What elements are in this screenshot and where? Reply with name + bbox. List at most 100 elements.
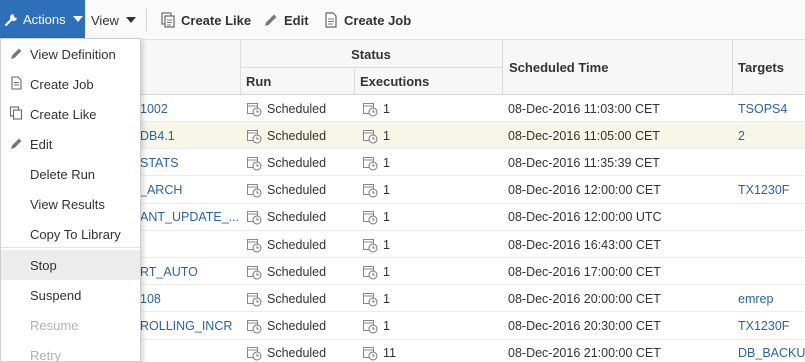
- menu-item-view-definition[interactable]: View Definition: [1, 39, 140, 69]
- target-link[interactable]: TX1230F: [738, 313, 805, 340]
- scheduled-time-cell: 08-Dec-2016 20:30:00 CET: [508, 319, 661, 334]
- target-link[interactable]: DB_BACKU: [738, 340, 805, 362]
- column-divider: [354, 67, 355, 95]
- scheduled-clock-icon: [363, 265, 378, 280]
- menu-item-label: Stop: [30, 257, 57, 273]
- menu-item-label: View Definition: [30, 46, 116, 62]
- run-status-cell: Scheduled: [246, 313, 354, 340]
- menu-item-create-job[interactable]: Create Job: [1, 69, 140, 99]
- create-like-button[interactable]: Create Like: [160, 0, 251, 40]
- scheduled-clock-icon: [363, 347, 378, 361]
- document-icon: [11, 76, 22, 90]
- run-status-cell: Scheduled: [246, 340, 354, 362]
- job-name-link[interactable]: [140, 231, 240, 258]
- menu-item-label: Edit: [30, 136, 53, 152]
- target-link[interactable]: TSOPS4: [738, 95, 805, 122]
- pencil-icon: [11, 48, 22, 59]
- menu-item-label: Resume: [30, 317, 79, 333]
- scheduled-clock-icon: [363, 184, 378, 198]
- header-divider: [240, 67, 502, 68]
- target-link[interactable]: emrep: [738, 285, 805, 312]
- scheduled-clock-icon: [247, 184, 262, 198]
- job-name-link[interactable]: ANT_UPDATE_...: [140, 204, 240, 231]
- toolbar-divider: [146, 9, 147, 31]
- run-status-cell: Scheduled: [246, 231, 354, 258]
- menu-item-suspend[interactable]: Suspend: [1, 280, 140, 310]
- target-link[interactable]: 2: [738, 122, 805, 149]
- target-link[interactable]: [738, 231, 805, 258]
- target-link[interactable]: [738, 149, 805, 176]
- menu-item-copy-to-library[interactable]: Copy To Library: [1, 219, 140, 249]
- menu-separator: [1, 247, 140, 248]
- create-job-button[interactable]: Create Job: [323, 0, 411, 40]
- executions-cell: 1: [362, 285, 500, 312]
- run-status-text: Scheduled: [267, 346, 327, 361]
- scheduled-time-cell: 08-Dec-2016 11:03:00 CET: [508, 101, 660, 116]
- menu-item-label: View Results: [30, 196, 105, 212]
- menu-item-delete-run[interactable]: Delete Run: [1, 159, 140, 189]
- run-status-text: Scheduled: [267, 264, 327, 279]
- scheduled-clock-icon: [363, 102, 378, 116]
- job-name-link[interactable]: ROLLING_INCR: [140, 313, 240, 340]
- scheduled-clock-icon: [247, 292, 262, 307]
- menu-item-label: Copy To Library: [30, 226, 121, 242]
- menu-item-label: Suspend: [30, 287, 82, 303]
- scheduled-clock-icon: [363, 129, 378, 144]
- menu-item-stop[interactable]: Stop: [1, 250, 140, 280]
- run-status-cell: Scheduled: [246, 149, 354, 176]
- run-status-cell: Scheduled: [246, 258, 354, 285]
- executions-count: 1: [383, 183, 390, 198]
- column-header-scheduled-time[interactable]: Scheduled Time: [509, 60, 608, 75]
- column-divider: [732, 40, 733, 95]
- menu-item-label: Retry: [30, 347, 62, 362]
- scheduled-time-cell: 08-Dec-2016 11:35:39 CET: [508, 155, 660, 170]
- document-icon: [325, 12, 337, 28]
- column-divider: [240, 40, 241, 95]
- executions-count: 1: [383, 101, 390, 116]
- target-link[interactable]: TX1230F: [738, 177, 805, 204]
- copy-icon: [9, 106, 23, 120]
- edit-label: Edit: [284, 12, 309, 28]
- job-name-link[interactable]: STATS: [140, 149, 240, 176]
- pencil-icon: [265, 14, 277, 26]
- run-status-text: Scheduled: [267, 210, 327, 225]
- menu-item-create-like[interactable]: Create Like: [1, 99, 140, 129]
- column-header-targets[interactable]: Targets: [738, 60, 784, 75]
- scheduled-clock-icon: [363, 292, 378, 307]
- run-status-text: Scheduled: [267, 183, 327, 198]
- executions-count: 1: [383, 210, 390, 225]
- wrench-icon: [4, 14, 17, 27]
- actions-dropdown-menu: View Definition Create Job Create Like Edit…: [0, 38, 141, 362]
- run-status-cell: Scheduled: [246, 95, 354, 122]
- executions-cell: 1: [362, 122, 500, 149]
- run-status-text: Scheduled: [267, 101, 327, 116]
- menu-item-resume: Resume: [1, 310, 140, 340]
- scheduled-time-cell: 08-Dec-2016 16:43:00 CET: [508, 237, 661, 252]
- column-header-run[interactable]: Run: [246, 74, 271, 89]
- column-header-executions[interactable]: Executions: [360, 74, 429, 89]
- job-name-link[interactable]: DB4.1: [140, 122, 240, 149]
- scheduled-clock-icon: [247, 347, 262, 361]
- job-name-link[interactable]: _ARCH: [140, 177, 240, 204]
- target-link[interactable]: [738, 258, 805, 285]
- menu-item-label: Create Like: [30, 106, 97, 122]
- menu-item-view-results[interactable]: View Results: [1, 189, 140, 219]
- job-name-link[interactable]: 1002: [140, 95, 240, 122]
- job-name-link[interactable]: 108: [140, 285, 240, 312]
- executions-cell: 1: [362, 258, 500, 285]
- executions-cell: 11: [362, 340, 500, 362]
- run-status-text: Scheduled: [267, 128, 327, 143]
- actions-menu-button[interactable]: Actions: [0, 0, 85, 38]
- view-menu-button[interactable]: View: [90, 0, 136, 40]
- menu-item-label: Create Job: [30, 76, 94, 92]
- menu-item-edit[interactable]: Edit: [1, 129, 140, 159]
- scheduled-clock-icon: [247, 211, 262, 225]
- target-link[interactable]: [738, 204, 805, 231]
- edit-button[interactable]: Edit: [263, 0, 309, 40]
- job-name-link[interactable]: RT_AUTO: [140, 258, 240, 285]
- executions-cell: 1: [362, 95, 500, 122]
- run-status-cell: Scheduled: [246, 122, 354, 149]
- job-name-link[interactable]: [140, 340, 240, 362]
- toolbar: Actions View Create Like Edit Create Job: [0, 0, 805, 40]
- copy-icon: [161, 12, 175, 28]
